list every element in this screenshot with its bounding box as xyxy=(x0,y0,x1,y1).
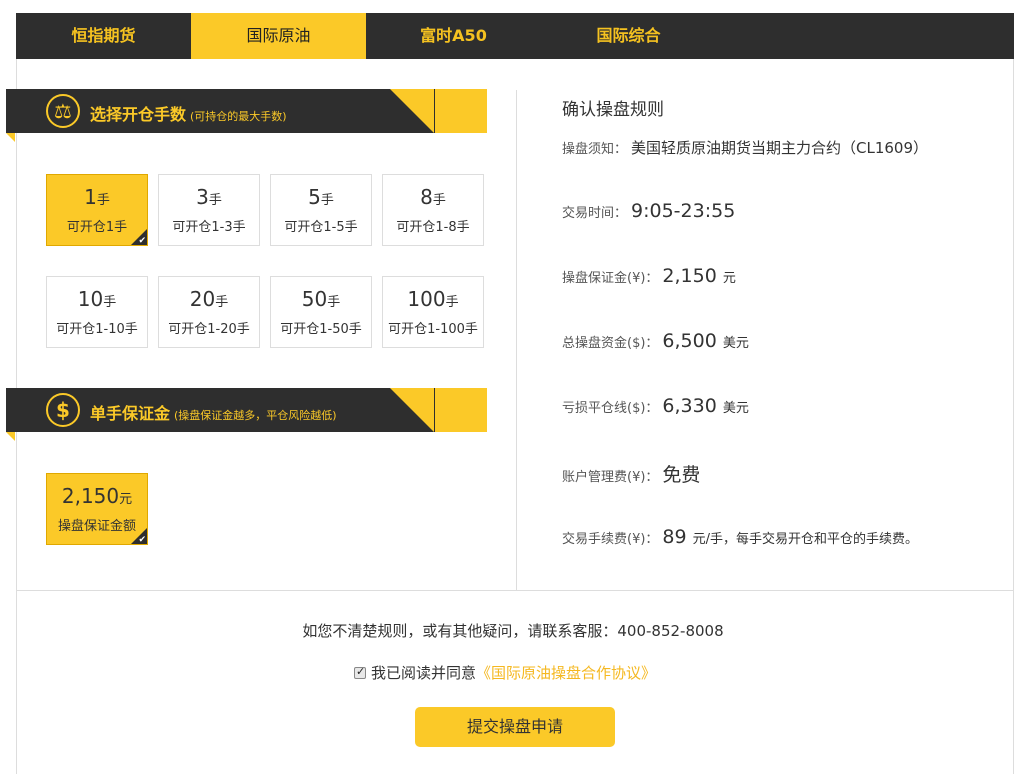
rule-margin: 操盘保证金(¥)： 2,150 元 xyxy=(562,265,736,287)
agree-text: 我已阅读并同意 xyxy=(371,664,477,682)
margin-section-subtitle: (操盘保证金越多，平仓风险越低) xyxy=(174,409,337,422)
lot-option-3[interactable]: 3手 可开仓1-3手 xyxy=(158,174,260,246)
lots-section-title: 选择开仓手数 (可持仓的最大手数) xyxy=(90,105,287,124)
lot-option-20[interactable]: 20手 可开仓1-20手 xyxy=(158,276,260,348)
rule-trading-time: 交易时间： 9:05-23:55 xyxy=(562,200,736,222)
agree-checkbox[interactable] xyxy=(354,665,366,679)
lot-option-10[interactable]: 10手 可开仓1-10手 xyxy=(46,276,148,348)
rule-stop-line: 亏损平仓线($)： 6,330 美元 xyxy=(562,395,749,417)
tab-international-mix[interactable]: 国际综合 xyxy=(541,13,716,59)
rules-title: 确认操盘规则 xyxy=(562,100,664,120)
submit-button[interactable]: 提交操盘申请 xyxy=(415,707,615,747)
agreement-row: 我已阅读并同意《国际原油操盘合作协议》 xyxy=(354,662,656,683)
margin-section-header: $ 单手保证金 (操盘保证金越多，平仓风险越低) xyxy=(6,388,487,441)
check-icon: ✔ xyxy=(138,236,146,246)
lots-section-subtitle: (可持仓的最大手数) xyxy=(190,110,287,123)
scale-icon: ⚖ xyxy=(46,94,80,128)
lot-option-100[interactable]: 100手 可开仓1-100手 xyxy=(382,276,484,348)
margin-section-title: 单手保证金 (操盘保证金越多，平仓风险越低) xyxy=(90,404,337,423)
rule-management-fee: 账户管理费(¥)： 免费 xyxy=(562,464,701,486)
column-divider xyxy=(516,90,517,590)
check-icon: ✔ xyxy=(138,535,146,545)
lot-option-8[interactable]: 8手 可开仓1-8手 xyxy=(382,174,484,246)
lot-option-1[interactable]: 1手 可开仓1手 ✔ xyxy=(46,174,148,246)
tab-hang-seng-futures[interactable]: 恒指期货 xyxy=(16,13,191,59)
margin-option[interactable]: 2,150元 操盘保证金额 ✔ xyxy=(46,473,148,545)
rule-notice: 操盘须知： 美国轻质原油期货当期主力合约（CL1609） xyxy=(562,139,929,157)
footer-divider xyxy=(16,590,1014,591)
lot-option-5[interactable]: 5手 可开仓1-5手 xyxy=(270,174,372,246)
tab-ftse-a50[interactable]: 富时A50 xyxy=(366,13,541,59)
rule-total-capital: 总操盘资金($)： 6,500 美元 xyxy=(562,330,749,352)
tab-crude-oil[interactable]: 国际原油 xyxy=(191,13,366,59)
dollar-icon: $ xyxy=(46,393,80,427)
lot-option-50[interactable]: 50手 可开仓1-50手 xyxy=(270,276,372,348)
rule-commission: 交易手续费(¥)： 89 元/手，每手交易开仓和平仓的手续费。 xyxy=(562,526,918,548)
help-contact-text: 如您不清楚规则，或有其他疑问，请联系客服：400-852-8008 xyxy=(302,622,724,640)
product-tabbar: 恒指期货 国际原油 富时A50 国际综合 xyxy=(16,13,1014,59)
agreement-link[interactable]: 《国际原油操盘合作协议》 xyxy=(476,664,656,682)
lots-section-header: ⚖ 选择开仓手数 (可持仓的最大手数) xyxy=(6,89,487,142)
